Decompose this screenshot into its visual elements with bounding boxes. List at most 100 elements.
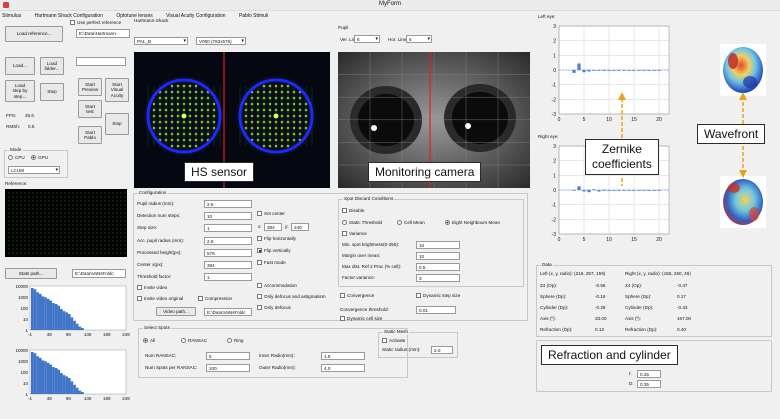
dynamic-cell-size-checkbox[interactable]: Dynamic cell size	[340, 316, 382, 322]
gpu-radio[interactable]: GPU	[31, 155, 48, 161]
reference-spot	[100, 224, 102, 226]
flip-vertical-checkbox[interactable]: Flip vertically	[257, 248, 291, 254]
convergence-checkbox[interactable]: Convergence	[340, 293, 374, 299]
start-test-button[interactable]: Start test	[78, 100, 102, 118]
config-field-input[interactable]: 10	[204, 212, 252, 221]
reference-spot	[40, 236, 42, 238]
reference-spot	[12, 240, 14, 242]
load-reference-button[interactable]: Load reference...	[5, 26, 63, 42]
reference-spot	[48, 248, 50, 250]
num-ransac-input[interactable]: 5	[206, 352, 250, 360]
set-center-checkbox[interactable]: Set center	[257, 211, 285, 217]
invite-video-original-checkbox[interactable]: Invite video original	[137, 296, 183, 302]
right-header: Right (x, y, radio): (155, 260, 46)	[625, 271, 691, 276]
video-path-input[interactable]: E:\Data\VaNsFoldc	[204, 308, 252, 316]
d-input[interactable]: 0.35	[637, 380, 661, 388]
menu-hartmann-shack[interactable]: Hartmann Shack Configuration	[35, 13, 103, 19]
margin-label: Margin over mean:	[342, 253, 381, 258]
i-input[interactable]: 0.25	[637, 370, 661, 378]
reference-spot	[100, 244, 102, 246]
min-spot-input[interactable]: 10	[416, 241, 460, 249]
margin-input[interactable]: 10	[416, 252, 460, 260]
outer-radio-input[interactable]: 4.0	[321, 364, 365, 372]
video-path-button[interactable]: Video path...	[156, 307, 196, 316]
menu-pablo[interactable]: Pablo Stimuli	[239, 13, 268, 19]
fast-mode-checkbox[interactable]: Fast mode	[257, 260, 286, 266]
config-field-input[interactable]: 1	[204, 224, 252, 233]
menu-visual-acuity[interactable]: Visual Acuity Configuration	[166, 13, 225, 19]
static-threshold-radio[interactable]: Static Threshold	[342, 220, 382, 226]
reference-spot	[52, 252, 54, 254]
flip-horizontal-checkbox[interactable]: Flip horizontally	[257, 236, 296, 242]
lenslet-select[interactable]: PAL_B	[134, 37, 188, 45]
reference-path-input[interactable]: E:\Data\Hartmann-	[76, 29, 130, 38]
inner-radio-input[interactable]: 1.5	[321, 352, 365, 360]
use-perfect-reference-checkbox[interactable]: Use perfect reference	[70, 20, 121, 26]
hor-lines-select[interactable]: 6	[406, 35, 432, 43]
reference-spot	[16, 252, 18, 254]
num-spots-input[interactable]: 100	[206, 364, 250, 372]
reference-spot	[68, 200, 70, 202]
reference-spot	[112, 224, 114, 226]
variance-checkbox[interactable]: Variance	[342, 231, 367, 237]
reference-spot	[72, 232, 74, 234]
config-field-label: Center x(px):	[137, 262, 164, 267]
load-folder-button[interactable]: Load folder...	[40, 57, 64, 75]
reference-spot	[32, 196, 34, 198]
mode-select[interactable]: LCUM	[8, 166, 60, 174]
dynamic-step-size-checkbox[interactable]: Dynamic step size	[416, 293, 460, 299]
data-row-right-label: Sphere (Dp):	[625, 294, 652, 299]
reference-spot	[124, 216, 126, 218]
max-dist-input[interactable]: 0.5	[416, 263, 460, 271]
load-button[interactable]: Load...	[5, 57, 35, 75]
only-defocus-astig-checkbox[interactable]: Only defocus and astigmatism	[257, 294, 326, 300]
compression-checkbox[interactable]: Compression	[198, 296, 232, 302]
convergence-threshold-input[interactable]: 0.01	[416, 306, 456, 314]
load-step-by-step-button[interactable]: Load step by step...	[5, 80, 35, 102]
invite-video-checkbox[interactable]: Invite video	[137, 285, 167, 291]
histogram-bar	[70, 317, 74, 330]
outer-radio-label: Outer Radio(mm):	[259, 365, 296, 370]
accommodation-checkbox[interactable]: Accommodation	[257, 283, 297, 289]
config-field-input[interactable]: 576	[204, 248, 252, 257]
factor-variance-input[interactable]: 3	[416, 274, 460, 282]
ver-lines-select[interactable]: 6	[354, 35, 380, 43]
reference-spot	[100, 240, 102, 242]
only-defocus-label: Only defocus	[264, 305, 291, 310]
cpu-radio[interactable]: CPU	[8, 155, 25, 161]
stats-path-button[interactable]: Stats path...	[5, 268, 57, 279]
reference-spot	[92, 204, 94, 206]
mode-group: Mode CPU GPU LCUM	[4, 147, 68, 178]
center-x-input[interactable]: 384	[264, 223, 282, 231]
step-button[interactable]: Step	[40, 83, 64, 101]
start-visual-acuity-button[interactable]: Start Visual Acuity	[105, 78, 129, 102]
reference-spot	[80, 192, 82, 194]
config-field-input[interactable]: 384	[204, 261, 252, 269]
ring-radio[interactable]: Ring	[227, 338, 243, 344]
start-preview-button[interactable]: Start Preview	[78, 78, 102, 96]
start-pablo-button[interactable]: Start Pablo	[78, 126, 102, 144]
eight-neighbours-radio[interactable]: Eight Neighbours Mean	[445, 220, 500, 226]
reference-spot	[84, 216, 86, 218]
reference-spot	[40, 212, 42, 214]
only-defocus-checkbox[interactable]: Only defocus	[257, 305, 291, 311]
activate-checkbox[interactable]: Activate	[382, 338, 405, 344]
disable-checkbox[interactable]: Disable	[342, 208, 364, 214]
reference-spot	[112, 228, 114, 230]
stop-button[interactable]: Stop	[105, 113, 129, 135]
reference-spot	[68, 228, 70, 230]
reference-spot	[8, 224, 10, 226]
config-field-input[interactable]: 2.5	[204, 200, 252, 208]
load-path-input[interactable]	[76, 57, 126, 66]
ransac-radio[interactable]: RANSAC	[181, 338, 207, 344]
histogram-bar	[41, 296, 45, 330]
stats-path-input[interactable]: E:\Data\VaNsFoldc	[72, 269, 126, 278]
config-field-input[interactable]: 1	[204, 273, 252, 282]
center-y-input[interactable]: 240	[291, 223, 309, 231]
static-radius-input[interactable]: 2.0	[431, 346, 453, 354]
all-radio[interactable]: All	[143, 338, 155, 344]
resolution-select[interactable]: V000 (763x576)	[196, 37, 246, 45]
config-field-input[interactable]: 2.5	[204, 236, 252, 245]
menu-stimulus[interactable]: Stimulus	[2, 13, 21, 19]
cell-mean-radio[interactable]: Cell Mean	[397, 220, 425, 226]
